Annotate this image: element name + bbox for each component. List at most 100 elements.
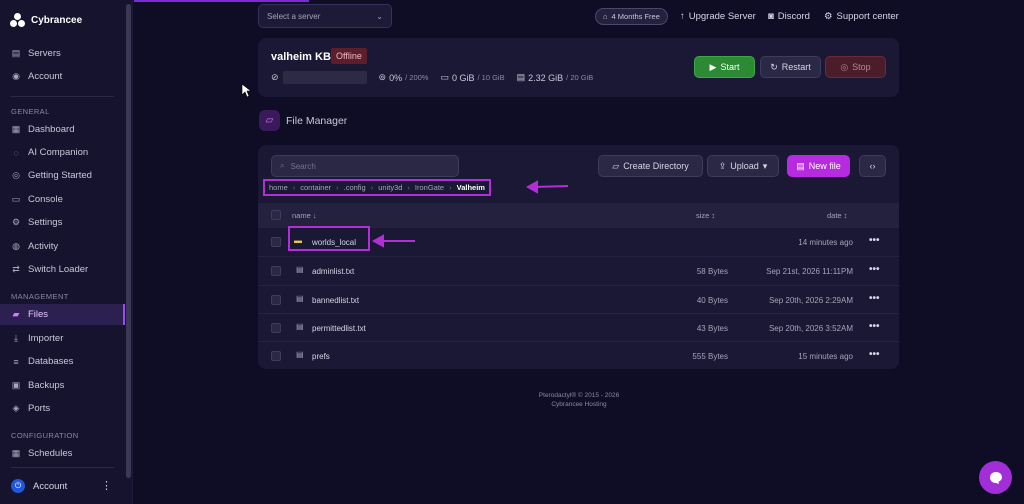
sidebar-item-servers[interactable]: ▤ Servers: [0, 43, 125, 64]
section-label-general: GENERAL: [11, 107, 50, 116]
sidebar-item-schedules[interactable]: ▦ Schedules: [0, 443, 125, 464]
sidebar-item-databases[interactable]: ≡ Databases: [0, 351, 125, 372]
table-row[interactable]: ▤ adminlist.txt 58 Bytes Sep 21st, 2026 …: [258, 256, 899, 285]
row-checkbox[interactable]: [271, 295, 281, 305]
sidebar-item-label: Switch Loader: [28, 264, 89, 275]
schedule-icon: ▦: [11, 448, 21, 458]
start-button[interactable]: ▶ Start: [694, 56, 755, 78]
more-horizontal-icon[interactable]: •••: [869, 321, 880, 332]
chat-button[interactable]: [979, 461, 1012, 494]
file-name[interactable]: adminlist.txt: [312, 267, 354, 276]
cpu-stat: ⊚ 0% / 200%: [379, 72, 429, 83]
database-icon: ≡: [13, 356, 19, 367]
support-center-link[interactable]: ⚙ Support center: [824, 11, 899, 22]
table-row[interactable]: ▤ permittedlist.txt 43 Bytes Sep 20th, 2…: [258, 313, 899, 342]
footer-host: Cybrancee Hosting: [551, 401, 607, 408]
breadcrumb-item[interactable]: unity3d: [378, 183, 402, 192]
sidebar-item-files[interactable]: ▰ Files: [0, 304, 125, 325]
file-name[interactable]: prefs: [312, 352, 330, 361]
row-checkbox[interactable]: [271, 351, 281, 361]
discord-link[interactable]: ◙ Discord: [768, 11, 810, 22]
more-horizontal-icon[interactable]: •••: [869, 264, 880, 275]
folder-icon: ▰: [12, 309, 20, 319]
sidebar-item-label: Settings: [28, 217, 63, 228]
sidebar-item-settings[interactable]: ⚙ Settings: [0, 212, 125, 233]
sidebar-item-getting-started[interactable]: ◎ Getting Started: [0, 165, 125, 186]
more-vertical-icon[interactable]: ⋮: [101, 479, 112, 492]
server-name: valheim KB: [271, 51, 331, 63]
start-label: Start: [720, 62, 740, 72]
restart-button[interactable]: ↻ Restart: [760, 56, 821, 78]
discord-icon: ◙: [768, 11, 774, 22]
upload-label: Upload: [730, 161, 759, 171]
sidebar-item-dashboard[interactable]: ▦ Dashboard: [0, 119, 125, 140]
activity-icon: ◍: [12, 241, 20, 251]
row-checkbox[interactable]: [271, 323, 281, 333]
sidebar-item-console[interactable]: ▭ Console: [0, 189, 125, 210]
sidebar-item-label: Activity: [28, 241, 59, 252]
disk-stat: ▤ 2.32 GiB / 20 GiB: [517, 72, 594, 83]
promo-badge[interactable]: ⌂ 4 Months Free: [595, 8, 668, 25]
folder-open-icon: ▱: [259, 110, 280, 131]
more-horizontal-icon[interactable]: •••: [869, 235, 880, 246]
upload-button[interactable]: ⇪ Upload ▾: [707, 155, 779, 177]
breadcrumb-item[interactable]: IronGate: [415, 183, 444, 192]
sidebar-item-activity[interactable]: ◍ Activity: [0, 236, 125, 257]
file-icon: ▤: [296, 294, 304, 303]
upgrade-server-label: Upgrade Server: [688, 11, 756, 22]
sidebar-item-account[interactable]: ◉ Account: [0, 66, 125, 87]
import-icon: ⤓: [14, 333, 18, 343]
upgrade-server-link[interactable]: ↑ Upgrade Server: [680, 11, 756, 22]
chevron-right-icon: ›: [370, 183, 374, 192]
file-name[interactable]: bannedlist.txt: [312, 296, 359, 305]
server-card: valheim KB Offline ⊘ ⊚ 0% / 200% ▭ 0 GiB…: [258, 38, 899, 97]
stop-button[interactable]: ◎ Stop: [825, 56, 886, 78]
search-box[interactable]: ⌕: [271, 155, 459, 177]
sidebar-item-label: Account: [28, 71, 63, 82]
breadcrumb-item[interactable]: .config: [344, 183, 366, 192]
disk-value: 2.32 GiB: [528, 72, 564, 83]
create-directory-button[interactable]: ▱ Create Directory: [598, 155, 703, 177]
cpu-value: 0%: [389, 72, 403, 83]
code-button[interactable]: ‹›: [859, 155, 886, 177]
upload-icon: ⇪: [718, 160, 727, 171]
more-horizontal-icon[interactable]: •••: [869, 349, 880, 360]
disk-limit: / 20 GiB: [566, 73, 594, 82]
footer: Pterodactyl® © 2015 - 2026 Cybrancee Hos…: [0, 391, 1024, 409]
column-date[interactable]: date ↕: [827, 211, 847, 220]
file-date: Sep 20th, 2026 3:52AM: [768, 324, 853, 333]
sidebar-item-label: Servers: [28, 48, 61, 59]
settings-icon: ⚙: [11, 217, 21, 227]
row-checkbox[interactable]: [271, 266, 281, 276]
file-size: 58 Bytes: [696, 267, 728, 276]
breadcrumb-item[interactable]: container: [300, 183, 331, 192]
sidebar-account[interactable]: ⏻ Account: [11, 479, 67, 493]
sidebar-item-label: AI Companion: [28, 147, 89, 158]
breadcrumb-item[interactable]: home: [269, 183, 288, 192]
sidebar-item-label: Databases: [28, 356, 74, 367]
sidebar-item-switch-loader[interactable]: ⇄ Switch Loader: [0, 259, 125, 280]
sidebar-item-importer[interactable]: ⤓ Importer: [0, 328, 125, 349]
section-label-management: MANAGEMENT: [11, 292, 69, 301]
file-plus-icon: ▤: [796, 160, 805, 171]
search-input[interactable]: [290, 161, 441, 171]
file-icon: ▤: [296, 322, 304, 331]
new-file-button[interactable]: ▤ New file: [787, 155, 850, 177]
footer-copyright: Pterodactyl® © 2015 - 2026: [538, 392, 620, 399]
table-row[interactable]: ▤ bannedlist.txt 40 Bytes Sep 20th, 2026…: [258, 285, 899, 314]
more-horizontal-icon[interactable]: •••: [869, 293, 880, 304]
brand[interactable]: Cybrancee: [10, 13, 82, 28]
sidebar-item-ai-companion[interactable]: ◌ AI Companion: [0, 142, 125, 163]
file-name[interactable]: permittedlist.txt: [312, 324, 366, 333]
table-row[interactable]: ▤ prefs 555 Bytes 15 minutes ago •••: [258, 341, 899, 369]
column-name[interactable]: name ↓: [292, 211, 317, 220]
server-stats: ⊘ ⊚ 0% / 200% ▭ 0 GiB / 10 GiB ▤ 2.32 Gi…: [271, 71, 605, 84]
account-icon: ◉: [12, 71, 20, 81]
column-size[interactable]: size ↕: [696, 211, 715, 220]
stop-label: Stop: [852, 62, 871, 72]
folder-plus-icon: ▱: [612, 160, 620, 171]
server-select[interactable]: Select a server ⌄: [258, 4, 392, 28]
sidebar-item-label: Dashboard: [28, 124, 75, 135]
row-checkbox[interactable]: [271, 237, 281, 247]
select-all-checkbox[interactable]: [271, 210, 281, 220]
